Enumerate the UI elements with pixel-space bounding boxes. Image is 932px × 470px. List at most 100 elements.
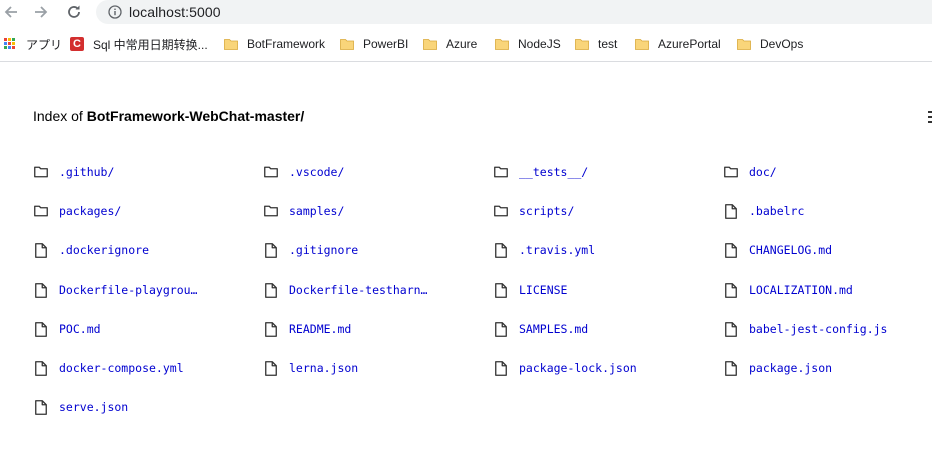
entry-name-link[interactable]: package.json [749, 361, 832, 375]
file-icon [33, 399, 49, 415]
entry-name-link[interactable]: LICENSE [519, 283, 567, 297]
file-entry[interactable]: lerna.json [263, 356, 358, 380]
bookmark-sql[interactable]: C Sql 中常用日期转换... [70, 34, 208, 54]
file-icon [723, 242, 739, 258]
file-entry[interactable]: serve.json [33, 395, 128, 419]
entry-name-link[interactable]: POC.md [59, 322, 101, 336]
entry-name-link[interactable]: doc/ [749, 165, 777, 179]
file-entry[interactable]: .dockerignore [33, 238, 149, 262]
file-icon [493, 321, 509, 337]
entry-name-link[interactable]: packages/ [59, 204, 121, 218]
bookmark-label: test [598, 37, 618, 51]
entry-name-link[interactable]: Dockerfile-playgrou… [59, 283, 197, 297]
folder-entry[interactable]: .vscode/ [263, 160, 344, 184]
entry-name-link[interactable]: scripts/ [519, 204, 574, 218]
bookmarks-bar: アプリ C Sql 中常用日期转换... BotFramework PowerB… [0, 30, 932, 58]
entry-name-link[interactable]: samples/ [289, 204, 344, 218]
forward-button[interactable] [31, 2, 51, 22]
folder-icon [493, 164, 509, 180]
file-entry[interactable]: LOCALIZATION.md [723, 278, 853, 302]
folder-entry[interactable]: __tests__/ [493, 160, 588, 184]
entry-name-link[interactable]: serve.json [59, 400, 128, 414]
folder-icon [635, 39, 649, 50]
folder-icon [575, 39, 589, 50]
entry-name-link[interactable]: .dockerignore [59, 243, 149, 257]
reload-button[interactable] [64, 2, 84, 22]
file-entry[interactable]: SAMPLES.md [493, 317, 588, 341]
folder-entry[interactable]: scripts/ [493, 199, 574, 223]
file-entry[interactable]: POC.md [33, 317, 101, 341]
entry-name-link[interactable]: lerna.json [289, 361, 358, 375]
folder-icon [737, 39, 751, 50]
file-entry[interactable]: babel-jest-config.js [723, 317, 887, 341]
file-entry[interactable]: Dockerfile-testharn… [263, 278, 427, 302]
url-text: localhost:5000 [129, 4, 221, 20]
folder-entry[interactable]: samples/ [263, 199, 344, 223]
entry-name-link[interactable]: __tests__/ [519, 165, 588, 179]
file-entry[interactable]: LICENSE [493, 278, 567, 302]
apps-icon [3, 37, 17, 51]
folder-entry[interactable]: doc/ [723, 160, 777, 184]
reload-icon [68, 5, 80, 18]
entry-name-link[interactable]: .gitignore [289, 243, 358, 257]
arrow-right-icon [35, 6, 48, 18]
folder-icon [224, 39, 238, 50]
file-icon [493, 242, 509, 258]
bookmark-test[interactable]: test [575, 34, 617, 54]
bookmark-botframework[interactable]: BotFramework [224, 34, 325, 54]
file-icon [493, 360, 509, 376]
address-bar[interactable]: localhost:5000 [96, 0, 932, 24]
file-icon [33, 282, 49, 298]
back-button[interactable] [1, 2, 21, 22]
file-icon [263, 282, 279, 298]
entry-name-link[interactable]: package-lock.json [519, 361, 637, 375]
entry-name-link[interactable]: .travis.yml [519, 243, 595, 257]
bookmark-azure[interactable]: Azure [423, 34, 477, 54]
bookmark-label: BotFramework [247, 37, 326, 51]
toolbar-divider [0, 61, 932, 62]
folder-icon [263, 203, 279, 219]
folder-icon [33, 164, 49, 180]
file-entry[interactable]: Dockerfile-playgrou… [33, 278, 197, 302]
bookmark-apps[interactable]: アプリ [3, 34, 62, 54]
bookmark-nodejs[interactable]: NodeJS [495, 34, 561, 54]
file-entry[interactable]: docker-compose.yml [33, 356, 184, 380]
folder-entry[interactable]: .github/ [33, 160, 114, 184]
file-icon [33, 242, 49, 258]
file-entry[interactable]: README.md [263, 317, 351, 341]
file-icon [493, 282, 509, 298]
page-title-prefix: Index of [33, 108, 87, 124]
file-entry[interactable]: CHANGELOG.md [723, 238, 832, 262]
file-entry[interactable]: package-lock.json [493, 356, 637, 380]
file-icon [723, 203, 739, 219]
bookmark-powerbi[interactable]: PowerBI [340, 34, 408, 54]
entry-name-link[interactable]: SAMPLES.md [519, 322, 588, 336]
entry-name-link[interactable]: README.md [289, 322, 351, 336]
file-entry[interactable]: .travis.yml [493, 238, 595, 262]
bookmark-azureportal[interactable]: AzurePortal [635, 34, 721, 54]
file-entry[interactable]: .gitignore [263, 238, 358, 262]
info-icon[interactable] [108, 5, 122, 19]
file-icon [33, 360, 49, 376]
entry-name-link[interactable]: .vscode/ [289, 165, 344, 179]
entry-name-link[interactable]: CHANGELOG.md [749, 243, 832, 257]
file-entry[interactable]: .babelrc [723, 199, 804, 223]
folder-icon [33, 203, 49, 219]
bookmark-devops[interactable]: DevOps [737, 34, 803, 54]
bookmark-label: アプリ [26, 37, 63, 52]
menu-icon[interactable] [928, 111, 932, 123]
entry-name-link[interactable]: docker-compose.yml [59, 361, 184, 375]
entry-name-link[interactable]: Dockerfile-testharn… [289, 283, 427, 297]
entry-name-link[interactable]: babel-jest-config.js [749, 322, 887, 336]
file-entry[interactable]: package.json [723, 356, 832, 380]
file-icon [263, 321, 279, 337]
folder-icon [263, 164, 279, 180]
folder-icon [340, 39, 354, 50]
entry-name-link[interactable]: .babelrc [749, 204, 804, 218]
file-icon [723, 282, 739, 298]
entry-name-link[interactable]: .github/ [59, 165, 114, 179]
page-title-path: BotFramework-WebChat-master/ [86, 108, 305, 124]
entry-name-link[interactable]: LOCALIZATION.md [749, 283, 853, 297]
folder-entry[interactable]: packages/ [33, 199, 121, 223]
bookmark-label: Azure [446, 37, 478, 51]
